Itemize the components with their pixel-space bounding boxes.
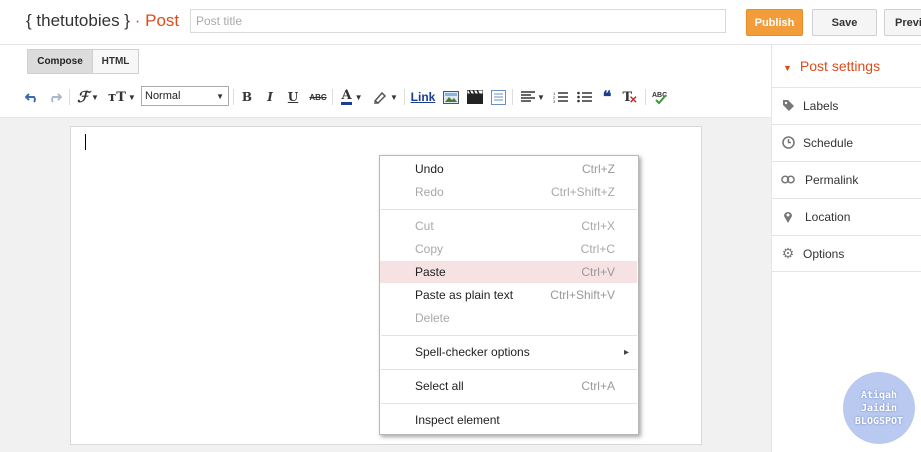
menu-item-spell-checker-options[interactable]: Spell-checker options ▸ (380, 341, 637, 363)
toolbar-separator (69, 89, 70, 105)
menu-item-label: Copy (415, 242, 444, 256)
paragraph-format-select[interactable]: Normal ▼ (141, 86, 229, 106)
menu-item-shortcut: Ctrl+X (581, 219, 615, 233)
spellcheck-icon[interactable]: ABC (651, 88, 667, 106)
sidebar-item-location[interactable]: Location (772, 198, 921, 234)
toolbar-separator (332, 89, 333, 105)
post-settings-header[interactable]: ▼ Post settings (783, 58, 880, 74)
menu-item-label: Paste (415, 265, 446, 279)
undo-icon[interactable] (24, 88, 40, 106)
image-icon[interactable] (443, 88, 459, 106)
link-button[interactable]: Link (410, 88, 436, 106)
chevron-down-icon: ▼ (216, 91, 224, 101)
tab-html[interactable]: HTML (92, 49, 139, 74)
quote-button[interactable]: ❝ (599, 88, 615, 106)
menu-item-label: Inspect element (415, 413, 500, 427)
bold-button[interactable]: B (240, 88, 254, 106)
menu-separator (381, 403, 637, 404)
strikethrough-button[interactable]: ABC (309, 88, 327, 106)
tag-icon (781, 99, 795, 113)
menu-separator (381, 335, 637, 336)
sidebar-item-labels[interactable]: Labels (772, 87, 921, 123)
tab-compose[interactable]: Compose (27, 49, 93, 74)
sidebar-item-options[interactable]: ⚙ Options (772, 235, 921, 272)
collapse-triangle-icon: ▼ (783, 63, 792, 73)
menu-item-redo[interactable]: Redo Ctrl+Shift+Z (380, 181, 637, 203)
text-color-label: A (341, 88, 352, 105)
remove-formatting-button[interactable]: T ✕ (622, 88, 638, 106)
menu-item-paste[interactable]: Paste Ctrl+V (380, 261, 637, 283)
text-color-button[interactable]: A ▼ (339, 88, 365, 106)
redo-icon[interactable] (47, 88, 63, 106)
menu-separator (381, 209, 637, 210)
format-select-value: Normal (145, 90, 181, 102)
watermark-badge: Atiqah Jaidin BLOGSPOT (843, 372, 915, 444)
post-title-input[interactable] (190, 9, 726, 33)
menu-item-shortcut: Ctrl+A (581, 379, 615, 393)
watermark-line: BLOGSPOT (854, 415, 904, 427)
video-icon[interactable] (467, 88, 483, 106)
text-cursor (85, 134, 86, 150)
menu-item-label: Delete (415, 311, 450, 325)
toolbar-separator (645, 89, 646, 105)
post-settings-title: Post settings (799, 58, 881, 74)
remove-format-label: T (622, 89, 633, 105)
watermark-line: Jaidin (860, 402, 898, 414)
menu-item-shortcut: Ctrl+Shift+Z (550, 185, 615, 199)
menu-item-paste-plain-text[interactable]: Paste as plain text Ctrl+Shift+V (380, 284, 637, 306)
bulleted-list-icon[interactable] (576, 88, 592, 106)
menu-item-copy[interactable]: Copy Ctrl+C (380, 238, 637, 260)
blog-title[interactable]: { thetutobies } · Post (26, 11, 179, 31)
sidebar-item-label: Schedule (803, 135, 854, 150)
preview-button[interactable]: Previ (884, 9, 921, 36)
link-icon (781, 173, 795, 187)
menu-item-label: Cut (415, 219, 434, 233)
menu-item-label: Select all (415, 379, 464, 393)
align-icon[interactable]: ▼ (519, 88, 547, 106)
sidebar-item-label: Location (805, 209, 851, 224)
menu-item-shortcut: Ctrl+V (581, 265, 615, 279)
menu-item-shortcut: Ctrl+Z (582, 162, 615, 176)
sidebar-item-label: Labels (803, 98, 839, 113)
menu-item-select-all[interactable]: Select all Ctrl+A (380, 375, 637, 397)
svg-text:3: 3 (553, 99, 556, 104)
menu-item-inspect-element[interactable]: Inspect element (380, 409, 637, 431)
gear-icon: ⚙ (781, 245, 795, 261)
toolbar-separator (512, 89, 513, 105)
menu-item-shortcut: Ctrl+Shift+V (550, 288, 615, 302)
italic-button[interactable]: I (263, 88, 277, 106)
underline-button[interactable]: U (286, 88, 300, 106)
menu-item-delete[interactable]: Delete (380, 307, 637, 329)
menu-item-shortcut: Ctrl+C (580, 242, 615, 256)
save-button[interactable]: Save (812, 9, 877, 36)
font-icon[interactable]: ℱ ▼ (76, 88, 100, 106)
menu-separator (381, 369, 637, 370)
sidebar-item-label: Options (803, 246, 845, 261)
numbered-list-icon[interactable]: 123 (552, 88, 568, 106)
clock-icon (781, 136, 795, 150)
sidebar-item-schedule[interactable]: Schedule (772, 124, 921, 160)
menu-item-label: Paste as plain text (415, 288, 514, 302)
publish-button[interactable]: Publish (746, 9, 803, 36)
sidebar-item-label: Permalink (805, 172, 859, 187)
pin-icon (781, 210, 795, 224)
title-separator: · (134, 11, 141, 30)
menu-item-label: Redo (415, 185, 444, 199)
menu-item-label: Spell-checker options (415, 345, 530, 359)
section-label: Post (145, 11, 180, 30)
watermark-line: Atiqah (860, 389, 898, 401)
jump-break-icon[interactable] (490, 88, 506, 106)
toolbar-separator (404, 89, 405, 105)
submenu-arrow-icon: ▸ (623, 346, 629, 358)
menu-item-cut[interactable]: Cut Ctrl+X (380, 215, 637, 237)
menu-item-undo[interactable]: Undo Ctrl+Z (380, 158, 637, 180)
highlighter-icon[interactable]: ▼ (371, 88, 399, 106)
blog-name[interactable]: { thetutobies } (26, 11, 130, 30)
sidebar-item-permalink[interactable]: Permalink (772, 161, 921, 197)
font-size-icon[interactable]: тT ▼ (108, 88, 136, 106)
toolbar-separator (233, 89, 234, 105)
menu-item-label: Undo (415, 162, 444, 176)
